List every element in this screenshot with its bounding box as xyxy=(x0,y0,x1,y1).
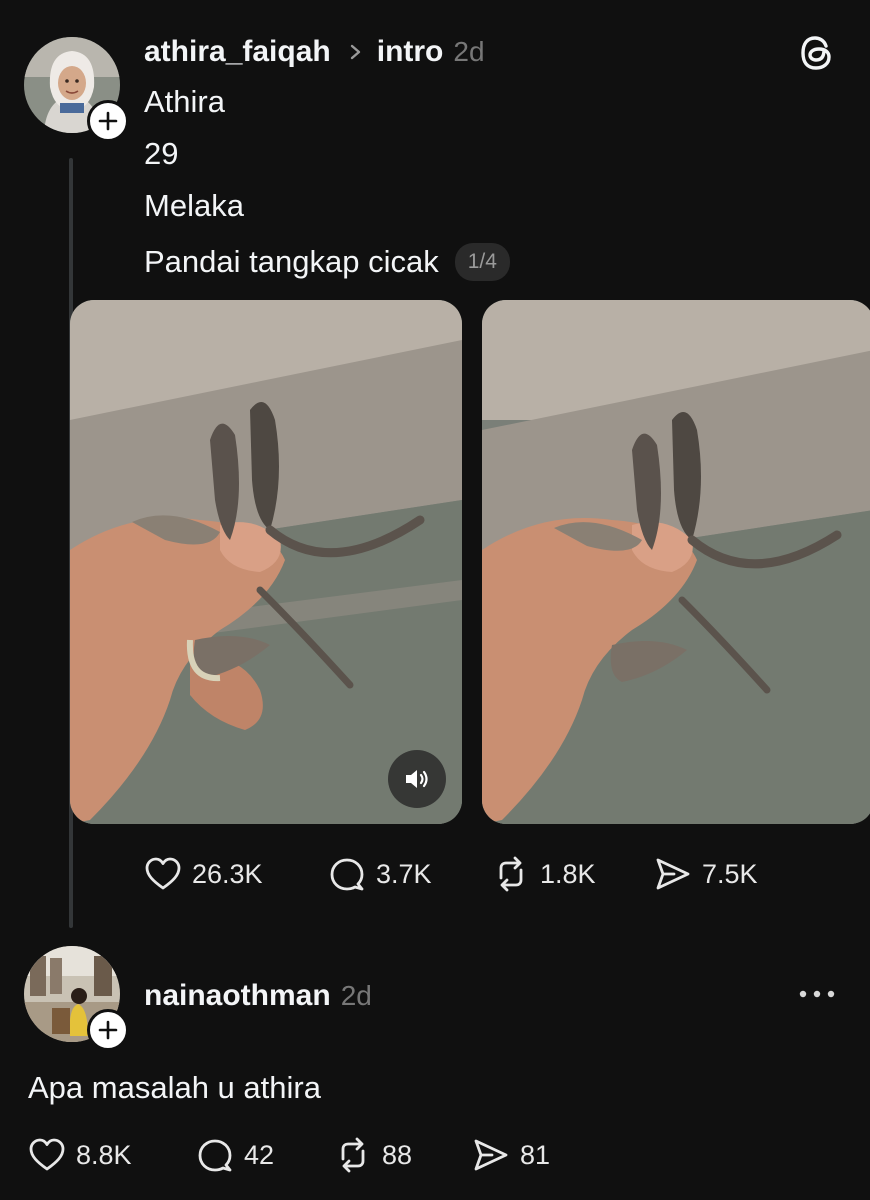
reply-button[interactable]: 3.7K xyxy=(328,856,432,892)
post-media-2[interactable] xyxy=(482,300,870,824)
follow-button[interactable] xyxy=(87,100,129,142)
post-line-skill: Pandai tangkap cicak xyxy=(144,244,439,279)
lizards-in-hand-image xyxy=(70,300,462,824)
repost-icon xyxy=(341,1137,365,1173)
carousel-counter: 1/4 xyxy=(454,243,510,281)
plus-icon xyxy=(98,111,118,131)
reply-reply-count: 42 xyxy=(244,1139,275,1170)
reply-reply-button[interactable]: 42 xyxy=(196,1137,274,1173)
reply-text: Apa masalah u athira xyxy=(28,1070,321,1105)
post-username[interactable]: athira_faiqah xyxy=(144,35,331,69)
reply-share-count: 81 xyxy=(520,1139,551,1170)
sound-button[interactable] xyxy=(388,750,446,808)
reply-repost-count: 88 xyxy=(382,1139,413,1170)
post-media-1[interactable] xyxy=(70,300,462,824)
like-button[interactable]: 26.3K xyxy=(144,856,263,892)
chevron-right-icon xyxy=(350,44,360,60)
share-count: 7.5K xyxy=(702,858,758,889)
reply-header: nainaothman 2d xyxy=(144,977,372,1015)
send-icon xyxy=(656,858,690,890)
repost-button[interactable]: 1.8K xyxy=(492,856,596,892)
post-header: athira_faiqah intro 2d xyxy=(144,33,485,71)
reply-follow-button[interactable] xyxy=(87,1009,129,1051)
post-line-skill-row: Pandai tangkap cicak 1/4 xyxy=(144,243,510,281)
share-button[interactable]: 7.5K xyxy=(654,856,758,892)
post-line-location: Melaka xyxy=(144,188,244,223)
post-line-name: Athira xyxy=(144,84,225,119)
heart-icon xyxy=(145,857,181,890)
reply-repost-button[interactable]: 88 xyxy=(334,1137,412,1173)
reply-count: 3.7K xyxy=(376,858,432,889)
more-horizontal-icon xyxy=(799,990,835,998)
plus-icon xyxy=(98,1020,118,1040)
reply-share-button[interactable]: 81 xyxy=(472,1137,550,1173)
post-time: 2d xyxy=(453,36,485,67)
repost-count: 1.8K xyxy=(540,858,596,889)
heart-icon xyxy=(29,1138,65,1171)
comment-icon xyxy=(330,858,364,891)
like-count: 26.3K xyxy=(192,858,263,889)
send-icon xyxy=(474,1139,508,1171)
reply-time: 2d xyxy=(340,980,372,1011)
reply-like-count: 8.8K xyxy=(76,1139,132,1170)
repost-icon xyxy=(499,856,523,892)
more-button[interactable] xyxy=(796,984,838,1004)
reply-like-button[interactable]: 8.8K xyxy=(28,1137,132,1173)
post-topic[interactable]: intro xyxy=(377,35,444,69)
speaker-icon xyxy=(406,770,428,788)
threads-logo-icon[interactable] xyxy=(798,33,836,73)
comment-icon xyxy=(198,1139,232,1172)
post-line-age: 29 xyxy=(144,136,179,171)
lizards-in-hand-image xyxy=(482,300,870,824)
reply-username[interactable]: nainaothman xyxy=(144,979,331,1013)
